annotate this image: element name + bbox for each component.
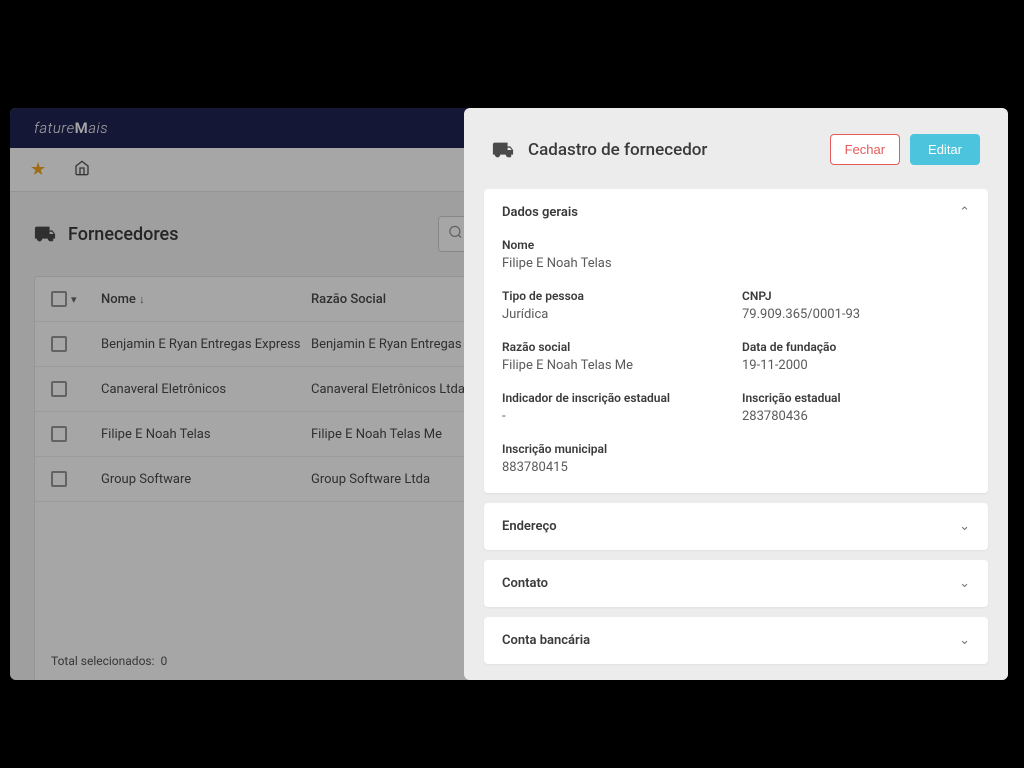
chevron-down-icon: ⌄ [959, 519, 970, 534]
field-label-im: Inscrição municipal [502, 442, 970, 456]
section-header-contato[interactable]: Contato ⌄ [484, 560, 988, 607]
section-title: Conta bancária [502, 633, 590, 648]
cell-nome: Group Software [101, 472, 311, 487]
section-title: Dados gerais [502, 205, 578, 220]
field-value-nome: Filipe E Noah Telas [502, 256, 970, 271]
field-value-razao: Filipe E Noah Telas Me [502, 358, 730, 373]
logo-text-m: M [75, 119, 89, 137]
app-window: fatureMais ★ Fornecedores [10, 108, 1008, 680]
page-title-wrap: Fornecedores [34, 223, 178, 245]
field-value-ie: 283780436 [742, 409, 970, 424]
truck-icon [492, 139, 514, 161]
page-title: Fornecedores [68, 224, 178, 245]
field-value-cnpj: 79.909.365/0001-93 [742, 307, 970, 322]
drawer-header: Cadastro de fornecedor Fechar Editar [464, 108, 1008, 189]
column-nome-label: Nome [101, 292, 136, 307]
field-value-fundacao: 19-11-2000 [742, 358, 970, 373]
section-header-dados[interactable]: Dados gerais ⌃ [484, 189, 988, 236]
chevron-up-icon: ⌃ [959, 205, 970, 220]
field-label-ie: Inscrição estadual [742, 391, 970, 405]
drawer-title: Cadastro de fornecedor [528, 140, 707, 160]
field-value-indicador: - [502, 409, 730, 424]
field-value-im: 883780415 [502, 460, 970, 475]
column-header-nome[interactable]: Nome ↓ [101, 292, 311, 307]
field-value-tipo: Jurídica [502, 307, 730, 322]
select-all-cell: ▾ [51, 291, 101, 307]
close-button[interactable]: Fechar [830, 134, 900, 165]
edit-button[interactable]: Editar [910, 134, 980, 165]
selected-value: 0 [161, 654, 168, 668]
row-checkbox[interactable] [51, 426, 67, 442]
sort-arrow-icon: ↓ [139, 293, 145, 306]
field-label-indicador: Indicador de inscrição estadual [502, 391, 730, 405]
column-razao-label: Razão Social [311, 292, 386, 307]
cell-nome: Benjamin E Ryan Entregas Express [101, 337, 311, 352]
row-checkbox[interactable] [51, 471, 67, 487]
chevron-down-icon[interactable]: ▾ [71, 293, 77, 306]
cell-nome: Filipe E Noah Telas [101, 427, 311, 442]
select-all-checkbox[interactable] [51, 291, 67, 307]
section-endereco: Endereço ⌄ [484, 503, 988, 550]
section-conta-bancaria: Conta bancária ⌄ [484, 617, 988, 664]
home-icon[interactable] [74, 160, 90, 180]
chevron-down-icon: ⌄ [959, 633, 970, 648]
section-title: Contato [502, 576, 548, 591]
brand-logo: fatureMais [34, 119, 108, 137]
section-header-conta[interactable]: Conta bancária ⌄ [484, 617, 988, 664]
field-label-nome: Nome [502, 238, 970, 252]
truck-icon [34, 223, 56, 245]
field-label-razao: Razão social [502, 340, 730, 354]
selected-label: Total selecionados: [51, 654, 155, 668]
row-checkbox[interactable] [51, 336, 67, 352]
field-label-cnpj: CNPJ [742, 289, 970, 303]
section-contato: Contato ⌄ [484, 560, 988, 607]
supplier-drawer: Cadastro de fornecedor Fechar Editar Dad… [464, 108, 1008, 680]
favorite-icon[interactable]: ★ [30, 159, 46, 180]
search-icon [448, 225, 463, 244]
logo-text-prefix: fature [34, 119, 75, 137]
row-checkbox[interactable] [51, 381, 67, 397]
field-label-fundacao: Data de fundação [742, 340, 970, 354]
section-header-endereco[interactable]: Endereço ⌄ [484, 503, 988, 550]
drawer-body: Dados gerais ⌃ Nome Filipe E Noah Telas … [464, 189, 1008, 680]
logo-text-suffix: ais [88, 119, 108, 137]
section-title: Endereço [502, 519, 557, 534]
chevron-down-icon: ⌄ [959, 576, 970, 591]
section-dados-gerais: Dados gerais ⌃ Nome Filipe E Noah Telas … [484, 189, 988, 493]
cell-nome: Canaveral Eletrônicos [101, 382, 311, 397]
field-label-tipo: Tipo de pessoa [502, 289, 730, 303]
